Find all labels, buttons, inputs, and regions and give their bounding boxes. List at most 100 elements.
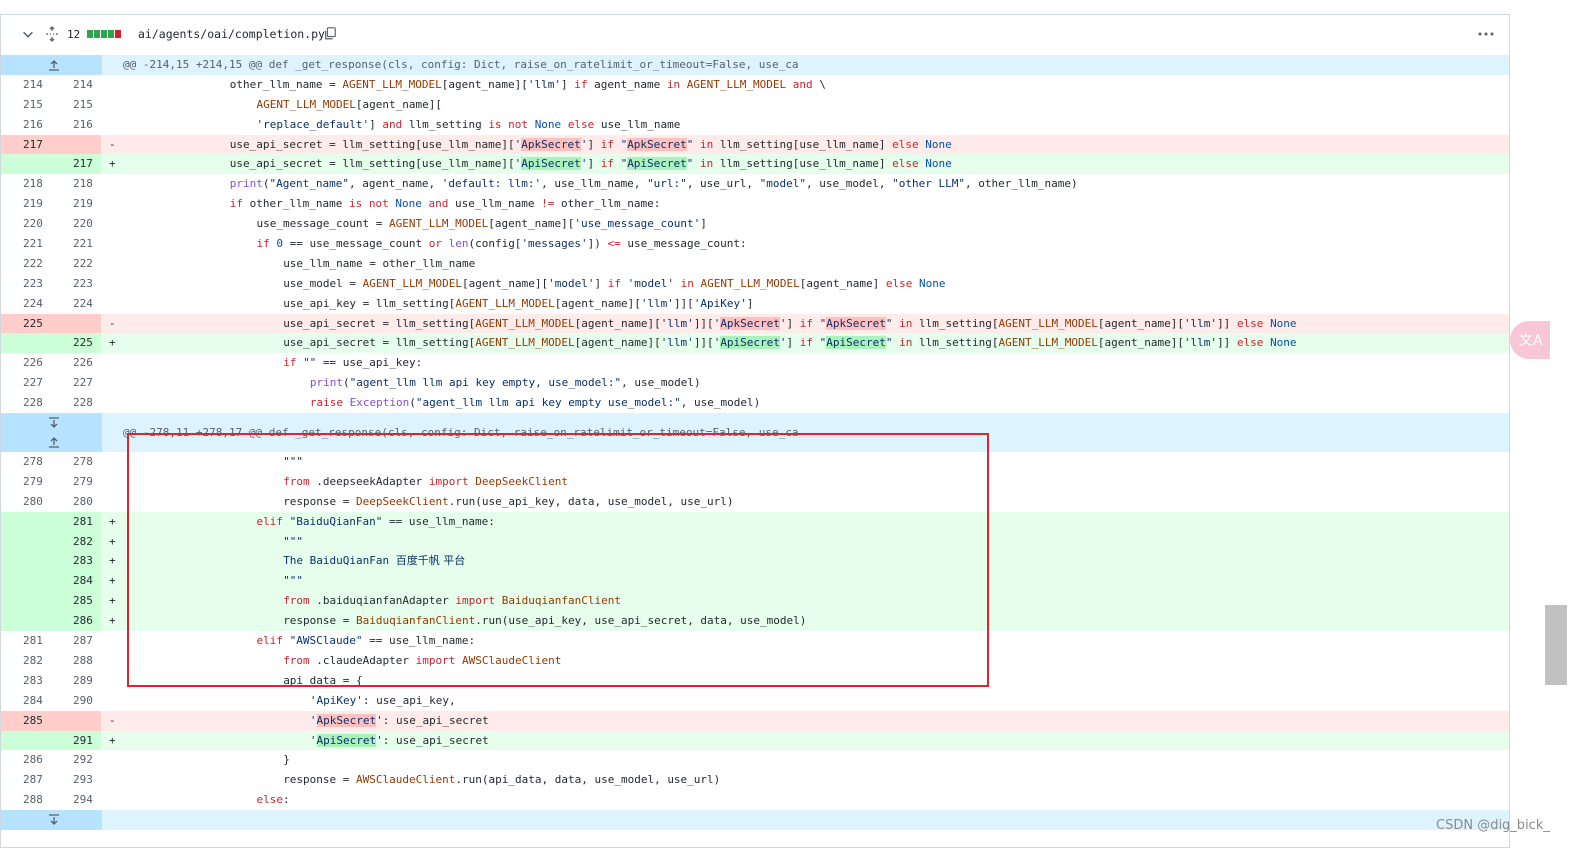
code-token: .run(api_data, data, use_model, use_url) — [455, 773, 721, 787]
new-line-number[interactable]: 214 — [51, 75, 101, 95]
chevron-down-icon[interactable] — [21, 27, 35, 41]
old-line-number[interactable]: 282 — [1, 651, 51, 671]
old-line-number[interactable]: 284 — [1, 691, 51, 711]
new-line-number[interactable]: 280 — [51, 492, 101, 512]
expand-down-icon[interactable] — [46, 417, 62, 429]
code-token: "Agent_name" — [269, 177, 350, 191]
old-line-number[interactable]: 215 — [1, 95, 51, 115]
new-line-number[interactable]: 282 — [51, 531, 101, 552]
code-token: 'replace_default' — [256, 117, 370, 131]
old-line-number[interactable]: 228 — [1, 393, 51, 413]
expand-up-icon[interactable] — [46, 59, 62, 71]
code-token: ]][ — [693, 336, 714, 350]
old-line-number[interactable]: 222 — [1, 254, 51, 274]
old-line-number[interactable]: 227 — [1, 373, 51, 393]
old-line-number[interactable]: 219 — [1, 194, 51, 214]
new-line-number[interactable]: 294 — [51, 790, 101, 810]
unfold-icon[interactable] — [44, 26, 60, 42]
new-line-number[interactable]: 284 — [51, 571, 101, 592]
old-line-number[interactable] — [1, 531, 51, 552]
new-line-number[interactable]: 220 — [51, 214, 101, 234]
old-line-number[interactable]: 287 — [1, 770, 51, 790]
old-line-number[interactable]: 278 — [1, 452, 51, 472]
new-line-number[interactable] — [51, 134, 101, 155]
code-text: use_api_secret = llm_setting[AGENT_LLM_M… — [123, 333, 1297, 353]
new-line-number[interactable]: 226 — [51, 353, 101, 373]
old-line-number[interactable]: 217 — [1, 134, 51, 155]
file-path[interactable]: ai/agents/oai/completion.py — [138, 27, 325, 41]
deleted-line: 225- use_api_secret = llm_setting[AGENT_L… — [1, 313, 1509, 334]
old-line-number[interactable]: 214 — [1, 75, 51, 95]
code-token: ] — [786, 336, 800, 350]
old-line-number[interactable]: 225 — [1, 313, 51, 334]
new-line-number[interactable]: 278 — [51, 452, 101, 472]
new-line-number[interactable]: 225 — [51, 333, 101, 354]
new-line-number[interactable]: 286 — [51, 611, 101, 632]
new-line-number[interactable]: 223 — [51, 274, 101, 294]
new-line-number[interactable]: 285 — [51, 591, 101, 612]
old-line-number[interactable]: 216 — [1, 115, 51, 135]
new-line-number[interactable]: 228 — [51, 393, 101, 413]
new-line-number[interactable]: 216 — [51, 115, 101, 135]
new-line-number[interactable] — [51, 710, 101, 731]
old-line-number[interactable]: 286 — [1, 750, 51, 770]
old-line-number[interactable]: 283 — [1, 671, 51, 691]
expand-down-icon[interactable] — [46, 814, 62, 826]
old-line-number[interactable]: 280 — [1, 492, 51, 512]
new-line-number[interactable]: 293 — [51, 770, 101, 790]
more-options-icon[interactable] — [1477, 27, 1495, 41]
translate-icon[interactable]: 文A — [1510, 321, 1550, 359]
code-text: 'ApiKey': use_api_key, — [123, 691, 456, 711]
new-line-number[interactable]: 221 — [51, 234, 101, 254]
watermark: CSDN @dig_bick_ — [1436, 818, 1550, 833]
old-line-number[interactable] — [1, 333, 51, 354]
code-token: ApkSecret — [521, 137, 581, 151]
old-line-number[interactable]: 220 — [1, 214, 51, 234]
new-line-number[interactable]: 287 — [51, 631, 101, 651]
old-line-number[interactable]: 218 — [1, 174, 51, 194]
code-token: None — [919, 276, 946, 290]
new-line-number[interactable]: 217 — [51, 154, 101, 175]
new-line-number[interactable]: 289 — [51, 671, 101, 691]
new-line-number[interactable]: 292 — [51, 750, 101, 770]
new-line-number[interactable]: 218 — [51, 174, 101, 194]
new-line-number[interactable]: 219 — [51, 194, 101, 214]
old-line-number[interactable] — [1, 571, 51, 592]
old-line-number[interactable]: 224 — [1, 294, 51, 314]
old-line-number[interactable] — [1, 154, 51, 175]
new-line-number[interactable]: 279 — [51, 472, 101, 492]
new-line-number[interactable] — [51, 313, 101, 334]
old-line-number[interactable] — [1, 730, 51, 751]
old-line-number[interactable]: 223 — [1, 274, 51, 294]
old-line-number[interactable] — [1, 611, 51, 632]
old-line-number[interactable]: 279 — [1, 472, 51, 492]
old-line-number[interactable]: 288 — [1, 790, 51, 810]
old-line-number[interactable]: 285 — [1, 710, 51, 731]
new-line-number[interactable]: 288 — [51, 651, 101, 671]
new-line-number[interactable]: 224 — [51, 294, 101, 314]
new-line-number[interactable]: 227 — [51, 373, 101, 393]
new-line-number[interactable]: 281 — [51, 511, 101, 532]
code-token: , use_llm_name, — [541, 177, 648, 191]
new-line-number[interactable]: 222 — [51, 254, 101, 274]
code-token: and — [382, 117, 403, 131]
expand-up-icon[interactable] — [46, 436, 62, 448]
code-token: [agent_name][ — [1097, 316, 1184, 330]
old-line-number[interactable]: 221 — [1, 234, 51, 254]
code-token: [agent_name][ — [462, 276, 549, 290]
new-line-number[interactable]: 283 — [51, 551, 101, 572]
new-line-number[interactable]: 290 — [51, 691, 101, 711]
copy-icon[interactable] — [323, 26, 337, 41]
scrollbar-thumb[interactable] — [1545, 605, 1567, 685]
old-line-number[interactable]: 226 — [1, 353, 51, 373]
old-line-number[interactable] — [1, 551, 51, 572]
old-line-number[interactable] — [1, 591, 51, 612]
code-token: ' — [376, 713, 383, 727]
old-line-number[interactable]: 281 — [1, 631, 51, 651]
new-line-number[interactable]: 215 — [51, 95, 101, 115]
diffstat-block — [101, 30, 107, 38]
old-line-number[interactable] — [1, 511, 51, 532]
new-line-number[interactable]: 291 — [51, 730, 101, 751]
